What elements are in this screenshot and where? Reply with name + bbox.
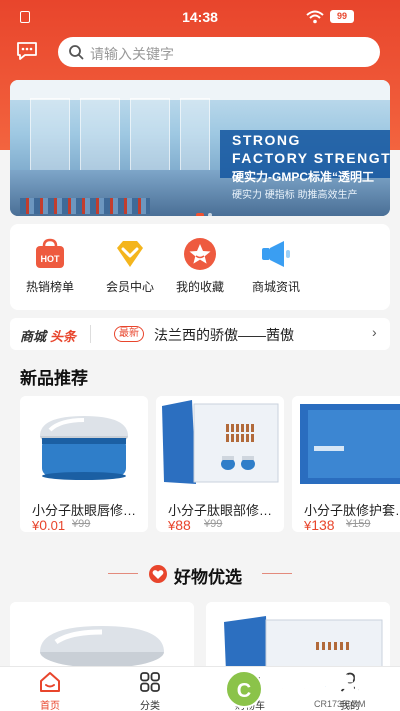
tab-category[interactable]: 分类 — [120, 671, 180, 711]
svg-text:软件园: 软件园 — [310, 674, 376, 700]
product-image — [156, 396, 284, 488]
category-favorites[interactable]: 我的收藏 — [160, 236, 240, 295]
tab-label: 分类 — [140, 701, 160, 711]
status-bar: 14:38 99 — [0, 0, 400, 34]
category-hot-list[interactable]: HOT 热销榜单 — [10, 236, 90, 295]
banner-pagination — [196, 204, 216, 216]
banner-line-3: 硬实力-GMPC标准“透明工 — [232, 170, 374, 184]
news-headline[interactable]: 法兰西的骄傲——茜傲 — [154, 325, 294, 345]
good-pick-card[interactable] — [206, 602, 390, 672]
category-card: HOT 热销榜单 会员中心 我的收藏 商城资讯 — [10, 224, 390, 310]
good-picks-title: 好物优选 — [174, 568, 242, 587]
banner-glass-panel — [80, 98, 120, 178]
banner-glass-panel — [180, 98, 210, 178]
product-card[interactable]: 小分子肽眼唇修… ¥0.01 ¥99 — [20, 396, 148, 532]
category-member-center[interactable]: 会员中心 — [90, 236, 170, 295]
tab-label: 首页 — [40, 701, 60, 711]
message-icon[interactable] — [16, 41, 38, 61]
banner-ceiling — [10, 80, 390, 100]
search-input[interactable]: 请输入关键字 — [58, 37, 380, 67]
banner-dot-active[interactable] — [196, 213, 204, 216]
svg-text:CR173.COM: CR173.COM — [314, 699, 366, 709]
product-image — [292, 396, 400, 488]
promo-banner[interactable]: STRONG FACTORY STRENGTH 硬实力-GMPC标准“透明工 硬… — [10, 80, 390, 216]
product-image — [20, 396, 148, 488]
category-label: 热销榜单 — [25, 280, 74, 294]
product-image — [206, 602, 390, 672]
product-old-price: ¥159 — [346, 518, 371, 530]
svg-text:西西: 西西 — [264, 675, 308, 700]
category-label: 商城资讯 — [251, 280, 300, 294]
product-old-price: ¥99 — [204, 518, 223, 530]
product-card[interactable]: 小分子肽眼部修… ¥88 ¥99 — [156, 396, 284, 532]
category-news[interactable]: 商城资讯 — [236, 236, 316, 295]
divider-line — [262, 573, 292, 574]
banner-line-1: STRONG — [232, 132, 301, 148]
chevron-right-icon[interactable]: › — [372, 324, 377, 340]
good-pick-card[interactable] — [10, 602, 194, 672]
search-row: 请输入关键字 — [0, 36, 400, 68]
heart-icon — [149, 565, 167, 583]
news-brand-a: 商城 — [20, 329, 47, 344]
megaphone-icon — [258, 236, 294, 272]
news-brand-b: 头条 — [50, 329, 77, 344]
product-price: ¥0.01 — [32, 517, 66, 532]
news-ticker[interactable]: 商城 头条 最新 法兰西的骄傲——茜傲 › — [10, 318, 390, 350]
product-image — [10, 602, 194, 672]
banner-line-2: FACTORY STRENGTH — [232, 150, 390, 166]
banner-glass-panel — [30, 98, 70, 178]
good-picks-header: 好物优选 — [0, 562, 400, 587]
search-placeholder: 请输入关键字 — [90, 46, 174, 62]
product-old-price: ¥99 — [72, 518, 91, 530]
wifi-icon — [306, 10, 324, 24]
product-price: ¥88 — [168, 517, 191, 532]
hot-bag-icon: HOT — [32, 236, 68, 272]
banner-line-4: 硬实力 硬指标 助推高效生产 — [232, 190, 358, 201]
new-products-title: 新品推荐 — [20, 369, 88, 388]
site-watermark: C 西西 软件园 CR173.COM — [225, 670, 377, 709]
vip-diamond-icon — [112, 236, 148, 272]
tab-home[interactable]: 首页 — [20, 671, 80, 711]
product-card[interactable]: 小分子肽修护套… ¥138 ¥159 — [292, 396, 400, 532]
svg-text:C: C — [237, 680, 251, 702]
banner-workstations — [20, 198, 150, 214]
search-icon — [69, 45, 84, 60]
star-favorite-icon — [182, 236, 218, 272]
divider-line — [108, 573, 138, 574]
news-divider — [90, 325, 91, 343]
banner-glass-panel — [130, 98, 170, 178]
home-icon — [39, 671, 61, 693]
category-label: 我的收藏 — [175, 280, 224, 294]
category-label: 会员中心 — [105, 280, 154, 294]
grid-category-icon — [139, 671, 161, 693]
svg-text:HOT: HOT — [41, 254, 61, 264]
product-price: ¥138 — [304, 517, 335, 532]
battery-indicator: 99 — [330, 10, 354, 23]
banner-dot[interactable] — [208, 213, 212, 216]
news-latest-badge: 最新 — [114, 326, 144, 342]
